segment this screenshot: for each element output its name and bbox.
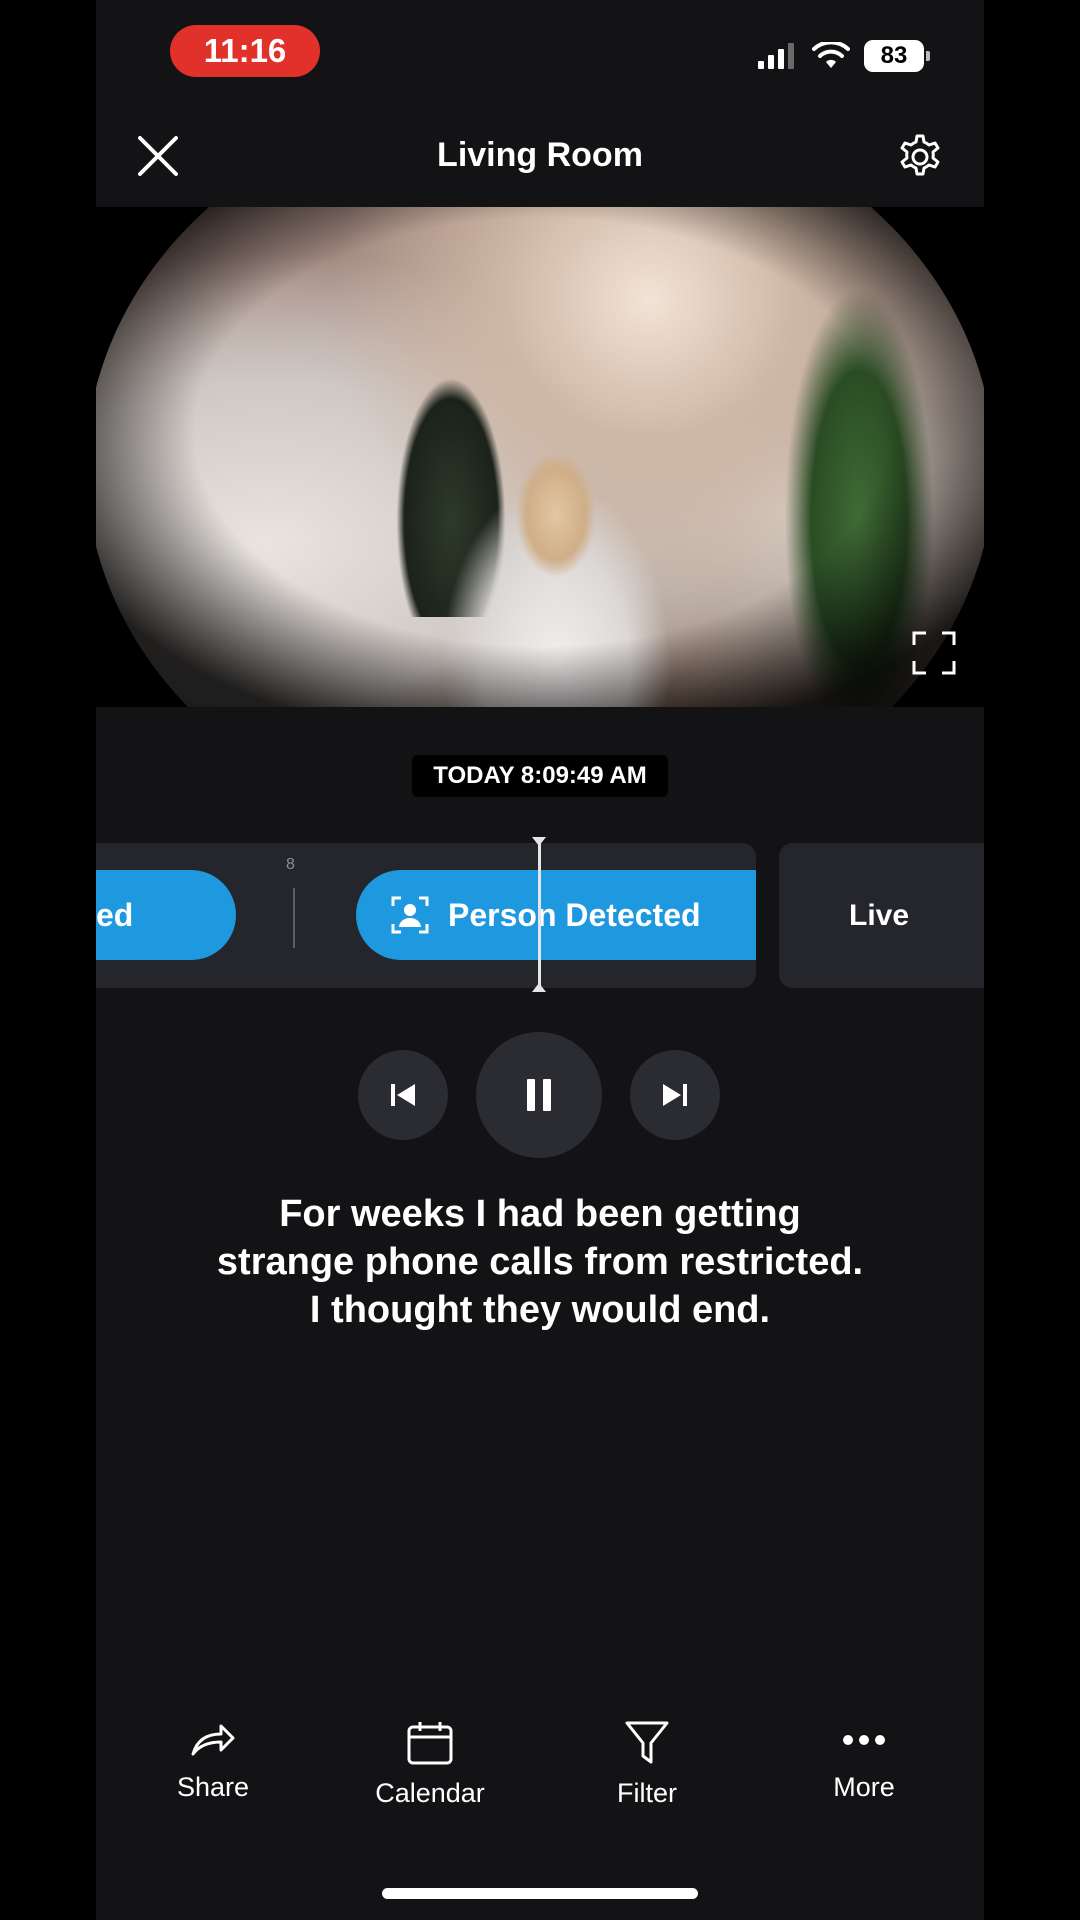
next-event-button[interactable] <box>630 1050 720 1140</box>
previous-event-label: ed <box>96 896 134 933</box>
previous-event-button[interactable] <box>358 1050 448 1140</box>
calendar-icon <box>407 1722 453 1765</box>
settings-button[interactable] <box>896 133 944 181</box>
live-button[interactable]: Live <box>779 843 984 988</box>
video-caption: For weeks I had been getting strange pho… <box>136 1190 944 1334</box>
caption-line: strange phone calls from restricted. <box>216 1241 864 1283</box>
camera-video-player[interactable] <box>96 207 984 707</box>
gear-icon <box>900 134 940 176</box>
fisheye-vignette <box>96 207 984 707</box>
timeline-hour-label: 8 <box>286 856 295 873</box>
caption-line: For weeks I had been getting <box>279 1193 801 1235</box>
caption-line: I thought they would end. <box>309 1289 771 1331</box>
fullscreen-icon <box>912 631 956 675</box>
timeline-playhead[interactable] <box>532 837 546 992</box>
event-history-screen: 11:16 83 Living Room TODAY 8:09:49 AM ed… <box>96 0 984 1920</box>
skip-next-icon <box>663 1084 687 1106</box>
share-label: Share <box>176 1772 250 1802</box>
skip-previous-icon <box>391 1084 415 1106</box>
home-indicator[interactable] <box>382 1888 698 1899</box>
filter-button[interactable]: Filter <box>567 1720 727 1809</box>
status-time[interactable]: 11:16 <box>170 25 320 77</box>
cellular-signal-icon <box>758 43 794 69</box>
previous-event-pill[interactable]: ed <box>96 870 236 960</box>
fullscreen-button[interactable] <box>910 629 958 677</box>
person-detected-event-pill[interactable]: Person Detected <box>356 870 756 960</box>
status-icons: 83 <box>758 40 930 72</box>
page-title: Living Room <box>437 136 643 174</box>
more-button[interactable]: More <box>784 1720 944 1803</box>
event-label: Person Detected <box>448 896 701 933</box>
pause-icon <box>527 1079 551 1111</box>
more-label: More <box>833 1772 895 1802</box>
timeline-hour-tick <box>293 888 295 948</box>
share-button[interactable]: Share <box>133 1720 293 1803</box>
more-icon <box>843 1735 885 1745</box>
share-icon <box>191 1724 235 1756</box>
pause-button[interactable] <box>476 1032 602 1158</box>
person-icon <box>391 896 429 934</box>
calendar-label: Calendar <box>375 1778 485 1808</box>
filter-icon <box>625 1721 669 1764</box>
wifi-icon <box>812 42 850 68</box>
filter-label: Filter <box>617 1778 677 1808</box>
playback-timestamp: TODAY 8:09:49 AM <box>412 755 668 797</box>
calendar-button[interactable]: Calendar <box>350 1720 510 1809</box>
battery-icon: 83 <box>864 40 930 72</box>
event-timeline[interactable]: ed 8 Person Detected <box>96 843 756 988</box>
